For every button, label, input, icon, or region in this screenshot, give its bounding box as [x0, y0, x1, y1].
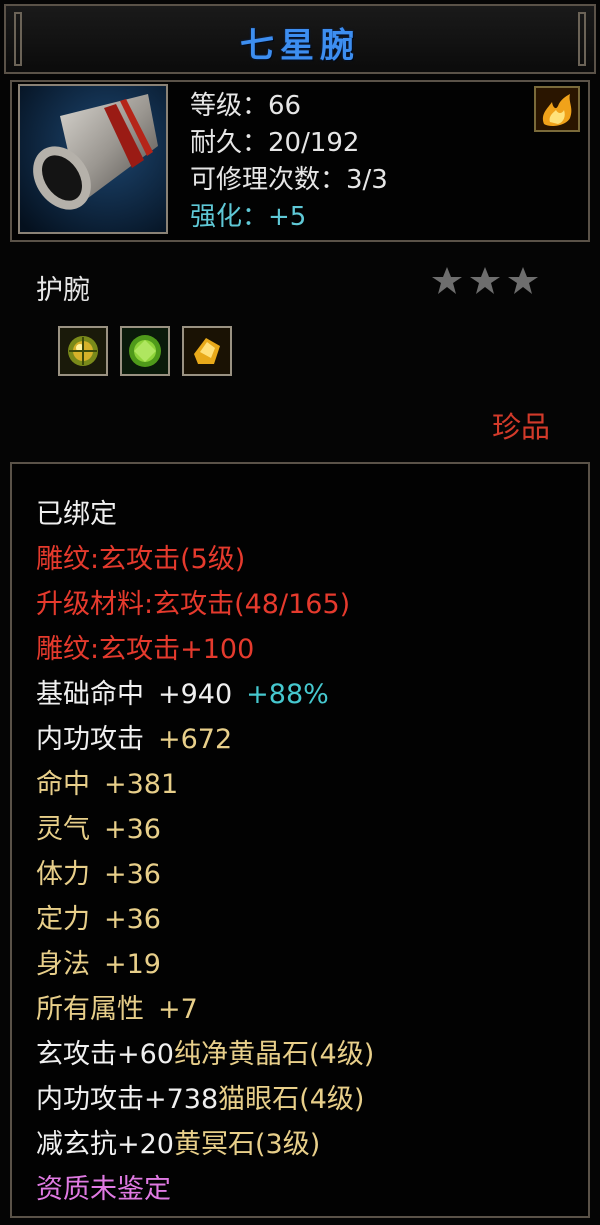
stat-value: +672	[158, 724, 233, 755]
stat-value: +36	[104, 859, 161, 890]
stat-value: +19	[104, 949, 161, 980]
stat-name: 身法	[36, 949, 90, 980]
stat-name: 内功攻击	[36, 724, 144, 755]
stat-row: 内功攻击 +672	[36, 717, 232, 756]
bracer-icon	[20, 86, 166, 232]
gem-name: 黄冥石(3级)	[173, 1129, 321, 1160]
stat-value: +36	[104, 904, 161, 935]
gem-slot-3[interactable]	[182, 326, 232, 376]
gem-bonus: 减玄抗+20	[36, 1129, 174, 1160]
green-gem-icon	[122, 328, 168, 374]
yellow-crystal-icon	[184, 328, 230, 374]
base-hit-row: 基础命中 +940 +88%	[36, 672, 329, 711]
tooltip-header: 七星腕	[4, 4, 596, 74]
durability-text: 耐久：20/192	[190, 128, 360, 158]
enhance-text: 强化：+5	[190, 202, 307, 232]
gem-name: 猫眼石(4级)	[218, 1084, 365, 1115]
stat-name: 灵气	[36, 814, 90, 845]
item-icon	[18, 84, 168, 234]
stat-value: +7	[158, 994, 198, 1025]
item-title: 七星腕	[240, 26, 360, 66]
carving-bonus: 雕纹:玄攻击+100	[36, 634, 255, 665]
gem-bonus-row: 内功攻击+738猫眼石(4级)	[36, 1077, 364, 1116]
stat-row: 身法 +19	[36, 942, 161, 981]
gem-bonus: 内功攻击+738	[36, 1084, 219, 1115]
gem-slot-1[interactable]	[58, 326, 108, 376]
bound-status: 已绑定	[36, 499, 117, 530]
star-icon	[470, 267, 500, 294]
gem-bonus-row: 玄攻击+60纯净黄晶石(4级)	[36, 1032, 374, 1071]
level-text: 等级：66	[190, 91, 302, 121]
base-hit-value: +940	[158, 679, 233, 710]
gold-green-gem-icon	[60, 328, 106, 374]
item-tooltip: 七星腕 等级：66 耐久：20/192 可修理次数：3/3 强化：+5 护腕 珍…	[0, 0, 600, 1225]
stat-value: +381	[104, 769, 179, 800]
item-category: 护腕	[36, 275, 90, 306]
gem-name: 纯净黄晶石(4级)	[173, 1039, 375, 1070]
stat-row: 定力 +36	[36, 897, 161, 936]
star-icon	[508, 267, 538, 294]
star-icon	[432, 267, 462, 294]
stat-value: +36	[104, 814, 161, 845]
item-stats: 等级：66 耐久：20/192 可修理次数：3/3 强化：+5	[190, 88, 388, 236]
gem-slot-2[interactable]	[120, 326, 170, 376]
stat-row: 灵气 +36	[36, 807, 161, 846]
gem-bonus: 玄攻击+60	[36, 1039, 174, 1070]
stat-row: 所有属性 +7	[36, 987, 198, 1026]
stat-name: 体力	[36, 859, 90, 890]
stat-row: 体力 +36	[36, 852, 161, 891]
stat-name: 所有属性	[36, 994, 144, 1025]
carving-level: 雕纹:玄攻击(5级)	[36, 544, 246, 575]
base-hit-label: 基础命中	[36, 679, 144, 710]
flame-icon	[534, 86, 580, 132]
upgrade-material: 升级材料:玄攻击(48/165)	[36, 589, 351, 620]
quality-status: 资质未鉴定	[36, 1174, 171, 1205]
stat-name: 命中	[36, 769, 90, 800]
stat-name: 定力	[36, 904, 90, 935]
rarity-label: 珍品	[492, 410, 551, 444]
base-hit-bonus: +88%	[246, 679, 329, 710]
repair-count-text: 可修理次数：3/3	[190, 165, 388, 195]
star-rating	[430, 262, 540, 306]
stat-row: 命中 +381	[36, 762, 178, 801]
gem-bonus-row: 减玄抗+20黄冥石(3级)	[36, 1122, 320, 1161]
